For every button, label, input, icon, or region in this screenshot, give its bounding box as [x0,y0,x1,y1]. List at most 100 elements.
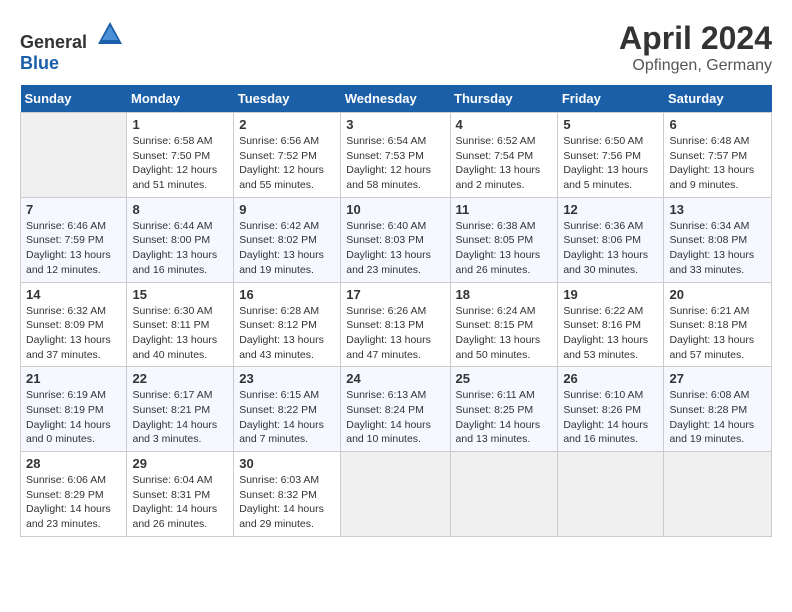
logo-blue-text: Blue [20,53,59,73]
day-info: Sunrise: 6:11 AM Sunset: 8:25 PM Dayligh… [456,388,553,447]
calendar-cell: 15 Sunrise: 6:30 AM Sunset: 8:11 PM Dayli… [127,282,234,367]
day-number: 30 [239,456,335,471]
calendar-cell [450,452,558,537]
day-info: Sunrise: 6:58 AM Sunset: 7:50 PM Dayligh… [132,134,228,193]
day-number: 13 [669,202,766,217]
title-block: April 2024 Opfingen, Germany [619,20,772,75]
calendar-cell: 25 Sunrise: 6:11 AM Sunset: 8:25 PM Dayli… [450,367,558,452]
calendar-cell: 6 Sunrise: 6:48 AM Sunset: 7:57 PM Daylig… [664,113,772,198]
day-info: Sunrise: 6:56 AM Sunset: 7:52 PM Dayligh… [239,134,335,193]
day-number: 15 [132,287,228,302]
calendar-cell [664,452,772,537]
day-of-week-header: Monday [127,85,234,113]
day-number: 8 [132,202,228,217]
day-info: Sunrise: 6:54 AM Sunset: 7:53 PM Dayligh… [346,134,444,193]
calendar-cell: 1 Sunrise: 6:58 AM Sunset: 7:50 PM Daylig… [127,113,234,198]
day-number: 7 [26,202,121,217]
day-info: Sunrise: 6:10 AM Sunset: 8:26 PM Dayligh… [563,388,658,447]
calendar-week-row: 21Sunrise: 6:19 AM Sunset: 8:19 PM Dayli… [21,367,772,452]
day-number: 17 [346,287,444,302]
day-number: 1 [132,117,228,132]
day-number: 3 [346,117,444,132]
day-number: 5 [563,117,658,132]
calendar-cell: 27Sunrise: 6:08 AM Sunset: 8:28 PM Dayli… [664,367,772,452]
calendar-cell: 2Sunrise: 6:56 AM Sunset: 7:52 PM Daylig… [234,113,341,198]
calendar-cell: 30 Sunrise: 6:03 AM Sunset: 8:32 PM Dayli… [234,452,341,537]
calendar-cell: 9 Sunrise: 6:42 AM Sunset: 8:02 PM Daylig… [234,197,341,282]
logo-icon [96,20,124,48]
page-header: General Blue April 2024 Opfingen, German… [20,20,772,75]
day-number: 9 [239,202,335,217]
day-number: 18 [456,287,553,302]
day-of-week-header: Sunday [21,85,127,113]
logo-general-text: General [20,32,87,52]
day-number: 4 [456,117,553,132]
calendar-cell: 3 Sunrise: 6:54 AM Sunset: 7:53 PM Daylig… [341,113,450,198]
day-info: Sunrise: 6:17 AM Sunset: 8:21 PM Dayligh… [132,388,228,447]
day-info: Sunrise: 6:24 AM Sunset: 8:15 PM Dayligh… [456,304,553,363]
calendar-cell: 28Sunrise: 6:06 AM Sunset: 8:29 PM Dayli… [21,452,127,537]
day-of-week-header: Thursday [450,85,558,113]
day-info: Sunrise: 6:03 AM Sunset: 8:32 PM Dayligh… [239,473,335,532]
calendar-cell: 14 Sunrise: 6:32 AM Sunset: 8:09 PM Dayli… [21,282,127,367]
calendar-cell: 20 Sunrise: 6:21 AM Sunset: 8:18 PM Dayli… [664,282,772,367]
calendar-cell: 23 Sunrise: 6:15 AM Sunset: 8:22 PM Dayli… [234,367,341,452]
day-info: Sunrise: 6:32 AM Sunset: 8:09 PM Dayligh… [26,304,121,363]
calendar-cell: 12Sunrise: 6:36 AM Sunset: 8:06 PM Dayli… [558,197,664,282]
calendar-cell: 13 Sunrise: 6:34 AM Sunset: 8:08 PM Dayli… [664,197,772,282]
day-number: 29 [132,456,228,471]
day-number: 21 [26,371,121,386]
day-of-week-header: Tuesday [234,85,341,113]
day-info: Sunrise: 6:04 AM Sunset: 8:31 PM Dayligh… [132,473,228,532]
calendar-cell: 11 Sunrise: 6:38 AM Sunset: 8:05 PM Dayli… [450,197,558,282]
day-of-week-header: Saturday [664,85,772,113]
calendar-cell: 7 Sunrise: 6:46 AM Sunset: 7:59 PM Daylig… [21,197,127,282]
day-info: Sunrise: 6:46 AM Sunset: 7:59 PM Dayligh… [26,219,121,278]
day-info: Sunrise: 6:34 AM Sunset: 8:08 PM Dayligh… [669,219,766,278]
day-of-week-header: Wednesday [341,85,450,113]
day-number: 24 [346,371,444,386]
calendar-cell [341,452,450,537]
day-info: Sunrise: 6:13 AM Sunset: 8:24 PM Dayligh… [346,388,444,447]
day-info: Sunrise: 6:36 AM Sunset: 8:06 PM Dayligh… [563,219,658,278]
calendar-cell: 4 Sunrise: 6:52 AM Sunset: 7:54 PM Daylig… [450,113,558,198]
calendar-week-row: 1 Sunrise: 6:58 AM Sunset: 7:50 PM Daylig… [21,113,772,198]
day-number: 10 [346,202,444,217]
day-number: 6 [669,117,766,132]
day-info: Sunrise: 6:44 AM Sunset: 8:00 PM Dayligh… [132,219,228,278]
day-info: Sunrise: 6:21 AM Sunset: 8:18 PM Dayligh… [669,304,766,363]
day-number: 27 [669,371,766,386]
logo: General Blue [20,20,124,74]
day-info: Sunrise: 6:15 AM Sunset: 8:22 PM Dayligh… [239,388,335,447]
day-number: 16 [239,287,335,302]
day-info: Sunrise: 6:48 AM Sunset: 7:57 PM Dayligh… [669,134,766,193]
calendar-cell: 16Sunrise: 6:28 AM Sunset: 8:12 PM Dayli… [234,282,341,367]
calendar-cell: 22 Sunrise: 6:17 AM Sunset: 8:21 PM Dayli… [127,367,234,452]
calendar-cell [21,113,127,198]
day-info: Sunrise: 6:42 AM Sunset: 8:02 PM Dayligh… [239,219,335,278]
calendar-cell: 19Sunrise: 6:22 AM Sunset: 8:16 PM Dayli… [558,282,664,367]
day-number: 14 [26,287,121,302]
day-info: Sunrise: 6:40 AM Sunset: 8:03 PM Dayligh… [346,219,444,278]
month-year-title: April 2024 [619,20,772,57]
calendar-cell: 10 Sunrise: 6:40 AM Sunset: 8:03 PM Dayli… [341,197,450,282]
day-number: 22 [132,371,228,386]
day-number: 25 [456,371,553,386]
day-number: 26 [563,371,658,386]
calendar-week-row: 7 Sunrise: 6:46 AM Sunset: 7:59 PM Daylig… [21,197,772,282]
day-info: Sunrise: 6:38 AM Sunset: 8:05 PM Dayligh… [456,219,553,278]
day-info: Sunrise: 6:26 AM Sunset: 8:13 PM Dayligh… [346,304,444,363]
calendar-week-row: 14 Sunrise: 6:32 AM Sunset: 8:09 PM Dayli… [21,282,772,367]
location-title: Opfingen, Germany [619,57,772,75]
day-number: 20 [669,287,766,302]
day-info: Sunrise: 6:30 AM Sunset: 8:11 PM Dayligh… [132,304,228,363]
day-of-week-header: Friday [558,85,664,113]
calendar-cell: 8 Sunrise: 6:44 AM Sunset: 8:00 PM Daylig… [127,197,234,282]
day-info: Sunrise: 6:50 AM Sunset: 7:56 PM Dayligh… [563,134,658,193]
day-number: 11 [456,202,553,217]
calendar-cell: 24 Sunrise: 6:13 AM Sunset: 8:24 PM Dayli… [341,367,450,452]
day-number: 23 [239,371,335,386]
calendar-table: SundayMondayTuesdayWednesdayThursdayFrid… [20,85,772,537]
day-info: Sunrise: 6:52 AM Sunset: 7:54 PM Dayligh… [456,134,553,193]
calendar-cell: 18 Sunrise: 6:24 AM Sunset: 8:15 PM Dayli… [450,282,558,367]
